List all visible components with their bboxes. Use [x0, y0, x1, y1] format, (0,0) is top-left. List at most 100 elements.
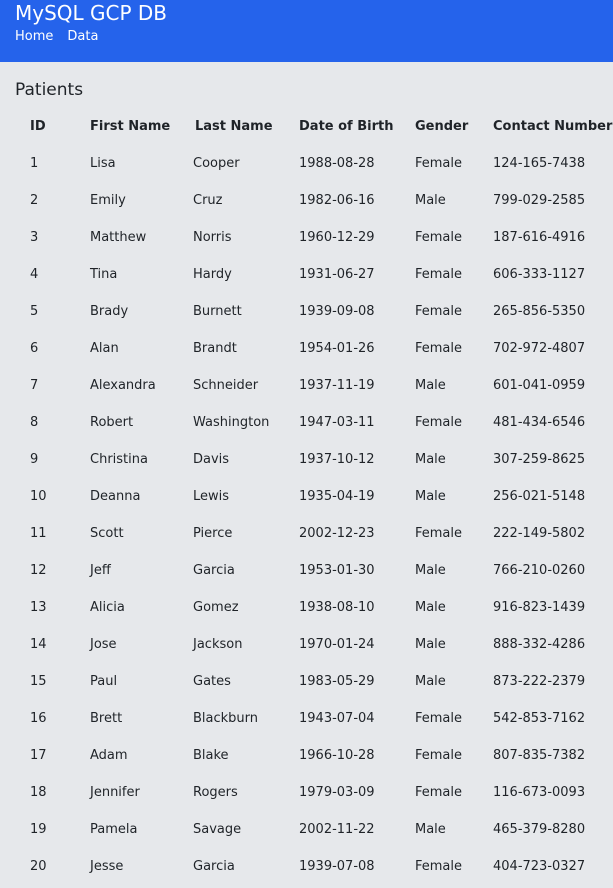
- cell-gender: Female: [415, 341, 463, 356]
- cell-last-name: Jackson: [193, 637, 243, 652]
- cell-last-name: Gomez: [193, 600, 239, 615]
- cell-last-name: Brandt: [193, 341, 237, 356]
- table-row: 5 Brady Burnett 1939-09-08 Female 265-856-535…: [15, 293, 613, 330]
- cell-id: 7: [30, 378, 39, 393]
- cell-gender: Female: [415, 711, 463, 726]
- cell-date-of-birth: 1947-03-11: [299, 415, 375, 430]
- cell-date-of-birth: 1939-09-08: [299, 304, 375, 319]
- cell-contact-number: 601-041-0959: [493, 378, 586, 393]
- cell-gender: Female: [415, 156, 463, 171]
- cell-contact-number: 265-856-5350: [493, 304, 586, 319]
- cell-date-of-birth: 1935-04-19: [299, 489, 375, 504]
- cell-last-name: Garcia: [193, 859, 235, 874]
- cell-id: 11: [30, 526, 47, 541]
- nav-home-link[interactable]: Home: [15, 29, 53, 45]
- nav-data-link[interactable]: Data: [67, 29, 98, 45]
- table-row: 4 Tina Hardy 1931-06-27 Female 606-333-1127: [15, 256, 613, 293]
- table-row: 1 Lisa Cooper 1988-08-28 Female 124-165-7438: [15, 145, 613, 182]
- cell-gender: Male: [415, 563, 446, 578]
- cell-last-name: Norris: [193, 230, 232, 245]
- cell-contact-number: 888-332-4286: [493, 637, 586, 652]
- cell-gender: Female: [415, 415, 463, 430]
- cell-first-name: Jeff: [90, 563, 111, 578]
- brand-link[interactable]: MySQL GCP DB: [15, 1, 167, 25]
- table-row: 9 Christina Davis 1937-10-12 Male 307-259-862…: [15, 441, 613, 478]
- header-contact-number: Contact Number: [493, 119, 613, 134]
- cell-date-of-birth: 1988-08-28: [299, 156, 375, 171]
- table-row: 15 Paul Gates 1983-05-29 Male 873-222-2379: [15, 663, 613, 700]
- cell-last-name: Blackburn: [193, 711, 259, 726]
- header-date-of-birth: Date of Birth: [299, 119, 394, 134]
- cell-id: 5: [30, 304, 39, 319]
- cell-date-of-birth: 1937-10-12: [299, 452, 375, 467]
- cell-last-name: Lewis: [193, 489, 230, 504]
- cell-gender: Female: [415, 230, 463, 245]
- cell-contact-number: 606-333-1127: [493, 267, 586, 282]
- cell-first-name: Alan: [90, 341, 119, 356]
- cell-contact-number: 256-021-5148: [493, 489, 586, 504]
- cell-contact-number: 187-616-4916: [493, 230, 586, 245]
- table-row: 6 Alan Brandt 1954-01-26 Female 702-972-4807: [15, 330, 613, 367]
- table-body: 1 Lisa Cooper 1988-08-28 Female 124-165-7438 2…: [15, 145, 613, 885]
- cell-last-name: Gates: [193, 674, 231, 689]
- cell-date-of-birth: 1937-11-19: [299, 378, 375, 393]
- table-row: 12 Jeff Garcia 1953-01-30 Male 766-210-0260: [15, 552, 613, 589]
- cell-last-name: Rogers: [193, 785, 238, 800]
- patients-table: ID First Name Last Name Date of Birth Ge…: [15, 108, 613, 885]
- cell-id: 14: [30, 637, 47, 652]
- cell-gender: Male: [415, 674, 446, 689]
- table-row: 2 Emily Cruz 1982-06-16 Male 799-029-2585: [15, 182, 613, 219]
- cell-first-name: Emily: [90, 193, 126, 208]
- cell-gender: Male: [415, 600, 446, 615]
- cell-first-name: Lisa: [90, 156, 116, 171]
- cell-first-name: Scott: [90, 526, 124, 541]
- cell-date-of-birth: 1939-07-08: [299, 859, 375, 874]
- header-first-name: First Name: [90, 119, 171, 134]
- cell-gender: Male: [415, 193, 446, 208]
- cell-last-name: Cooper: [193, 156, 240, 171]
- cell-gender: Female: [415, 859, 463, 874]
- cell-date-of-birth: 1970-01-24: [299, 637, 375, 652]
- cell-first-name: Alicia: [90, 600, 125, 615]
- cell-contact-number: 404-723-0327: [493, 859, 586, 874]
- cell-first-name: Jesse: [90, 859, 124, 874]
- cell-contact-number: 873-222-2379: [493, 674, 586, 689]
- cell-date-of-birth: 1931-06-27: [299, 267, 375, 282]
- cell-contact-number: 766-210-0260: [493, 563, 586, 578]
- cell-first-name: Brady: [90, 304, 129, 319]
- table-row: 14 Jose Jackson 1970-01-24 Male 888-332-4286: [15, 626, 613, 663]
- cell-first-name: Christina: [90, 452, 148, 467]
- cell-gender: Male: [415, 489, 446, 504]
- cell-date-of-birth: 1983-05-29: [299, 674, 375, 689]
- nav-links: Home Data: [15, 29, 98, 45]
- cell-last-name: Garcia: [193, 563, 235, 578]
- cell-id: 20: [30, 859, 47, 874]
- cell-contact-number: 799-029-2585: [493, 193, 586, 208]
- cell-date-of-birth: 1960-12-29: [299, 230, 375, 245]
- table-row: 10 Deanna Lewis 1935-04-19 Male 256-021-5148: [15, 478, 613, 515]
- cell-gender: Male: [415, 822, 446, 837]
- cell-first-name: Brett: [90, 711, 123, 726]
- cell-gender: Male: [415, 637, 446, 652]
- cell-date-of-birth: 1943-07-04: [299, 711, 375, 726]
- cell-last-name: Cruz: [193, 193, 223, 208]
- header-last-name: Last Name: [195, 119, 273, 134]
- table-row: 3 Matthew Norris 1960-12-29 Female 187-616-49…: [15, 219, 613, 256]
- cell-gender: Male: [415, 378, 446, 393]
- cell-last-name: Washington: [193, 415, 270, 430]
- cell-id: 9: [30, 452, 39, 467]
- cell-contact-number: 116-673-0093: [493, 785, 586, 800]
- cell-last-name: Pierce: [193, 526, 233, 541]
- cell-id: 19: [30, 822, 47, 837]
- cell-first-name: Robert: [90, 415, 134, 430]
- table-row: 19 Pamela Savage 2002-11-22 Male 465-379-8280: [15, 811, 613, 848]
- cell-id: 17: [30, 748, 47, 763]
- cell-date-of-birth: 1953-01-30: [299, 563, 375, 578]
- cell-contact-number: 307-259-8625: [493, 452, 586, 467]
- cell-contact-number: 542-853-7162: [493, 711, 586, 726]
- cell-gender: Female: [415, 526, 463, 541]
- cell-date-of-birth: 1938-08-10: [299, 600, 375, 615]
- cell-id: 6: [30, 341, 39, 356]
- cell-last-name: Blake: [193, 748, 229, 763]
- cell-last-name: Davis: [193, 452, 230, 467]
